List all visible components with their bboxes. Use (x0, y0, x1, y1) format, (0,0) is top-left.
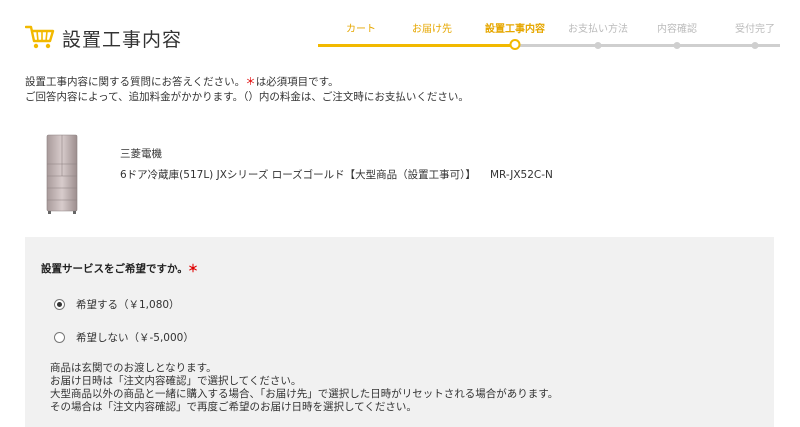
step-marker (751, 42, 759, 49)
current-step-marker (509, 39, 521, 50)
instructions-line1: 設置工事内容に関する質問にお答えください。 (25, 76, 246, 88)
step-confirm: 内容確認 (657, 24, 697, 35)
installation-notes: 商品は玄関でのお渡しとなります。 お届け日時は「注文内容確認」で選択してください… (50, 362, 558, 414)
option-install-yes[interactable]: 希望する（￥1,080） (54, 297, 180, 312)
question-label: 設置サービスをご希望ですか。＊ (41, 261, 198, 276)
product-name: 6ドア冷蔵庫(517L) JXシリーズ ローズゴールド【大型商品（設置工事可）】 (120, 169, 476, 181)
shopping-cart-icon (25, 25, 55, 49)
step-installation: 設置工事内容 (485, 24, 545, 35)
step-marker (673, 42, 681, 49)
step-payment: お支払い方法 (568, 24, 628, 35)
required-mark: ＊ (187, 263, 199, 275)
installation-question-panel: 設置サービスをご希望ですか。＊ 希望する（￥1,080） 希望しない（￥-5,0… (25, 237, 774, 427)
progress-track-done (318, 44, 514, 47)
progress-track-remaining (514, 44, 780, 47)
product-image (46, 134, 78, 214)
option-label: 希望しない（￥-5,000） (76, 332, 194, 344)
option-install-no[interactable]: 希望しない（￥-5,000） (54, 330, 194, 345)
product-maker: 三菱電機 (120, 148, 162, 160)
step-complete: 受付完了 (735, 24, 775, 35)
note-line: 商品は玄関でのお渡しとなります。 (50, 362, 217, 374)
page-title: 設置工事内容 (62, 29, 183, 51)
note-line: 大型商品以外の商品と一緒に購入する場合、「お届け先」で選択した日時がリセットされ… (50, 388, 559, 400)
radio-unselected-icon[interactable] (54, 332, 65, 343)
question-text: 設置サービスをご希望ですか。 (41, 263, 188, 275)
step-cart[interactable]: カート (346, 20, 376, 35)
required-mark: ＊ (245, 76, 256, 88)
note-line: お届け日時は「注文内容確認」で選択してください。 (50, 375, 302, 387)
option-label: 希望する（￥1,080） (76, 299, 180, 311)
instructions-required-note: は必須項目です。 (255, 76, 339, 88)
note-line: その場合は「注文内容確認」で再度ご希望のお届け日時を選択してください。 (50, 401, 417, 413)
checkout-progress: カート お届け先 設置工事内容 お支払い方法 内容確認 受付完了 (318, 0, 780, 60)
product-summary: 三菱電機 6ドア冷蔵庫(517L) JXシリーズ ローズゴールド【大型商品（設置… (45, 134, 745, 214)
product-model: MR-JX52C-N (489, 169, 553, 181)
page-header: 設置工事内容 カート お届け先 設置工事内容 お支払い方法 内容確認 受付完了 (0, 0, 800, 62)
instructions: 設置工事内容に関する質問にお答えください。＊は必須項目です。 ご回答内容によって… (25, 75, 469, 105)
instructions-line2: ご回答内容によって、追加料金がかかります。（）内の料金は、ご注文時にお支払いくだ… (25, 91, 469, 103)
step-delivery[interactable]: お届け先 (412, 20, 452, 35)
radio-selected-icon[interactable] (54, 299, 65, 310)
step-marker (594, 42, 602, 49)
